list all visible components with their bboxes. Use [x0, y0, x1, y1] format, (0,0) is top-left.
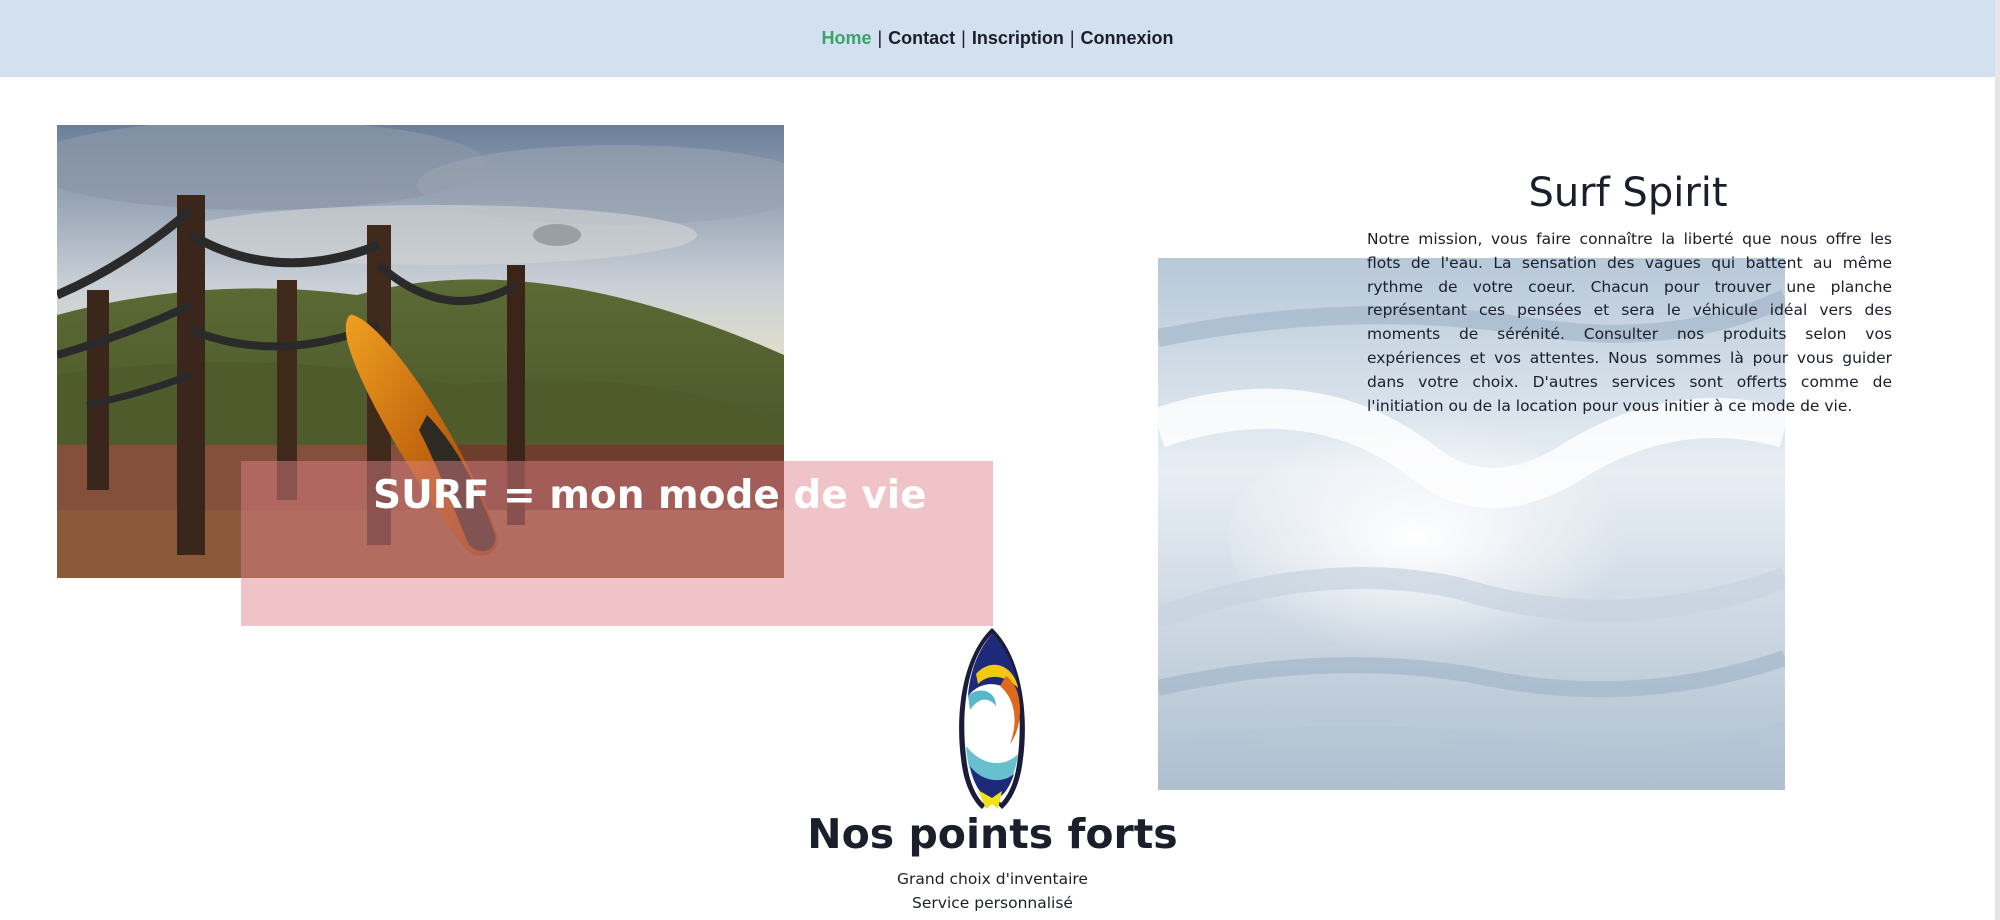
page-scrollbar[interactable] [1995, 0, 2000, 920]
hero-slogan: SURF = mon mode de vie [373, 473, 927, 518]
nav-separator: | [961, 28, 966, 48]
list-item: Service personnalisé [912, 893, 1073, 912]
nav-separator: | [1069, 28, 1075, 48]
about-title: Surf Spirit [1528, 170, 1728, 216]
list-item: Grand choix d'inventaire [897, 870, 1088, 888]
nav-contact-link[interactable]: Contact [888, 28, 955, 49]
strengths-list: Grand choix d'inventaire Service personn… [850, 868, 1135, 915]
strengths-title: Nos points forts [807, 810, 1178, 858]
top-nav: Home | Contact | Inscription | Connexion [0, 0, 1995, 77]
nav-home-link[interactable]: Home [821, 28, 871, 49]
nav-inscription-link[interactable]: Inscription [972, 28, 1064, 49]
nav-connexion-link[interactable]: Connexion [1081, 28, 1174, 49]
nav-separator: | [877, 28, 883, 48]
mission-text: Notre mission, vous faire connaître la l… [1367, 230, 1892, 415]
surfboard-logo-icon [952, 626, 1032, 812]
